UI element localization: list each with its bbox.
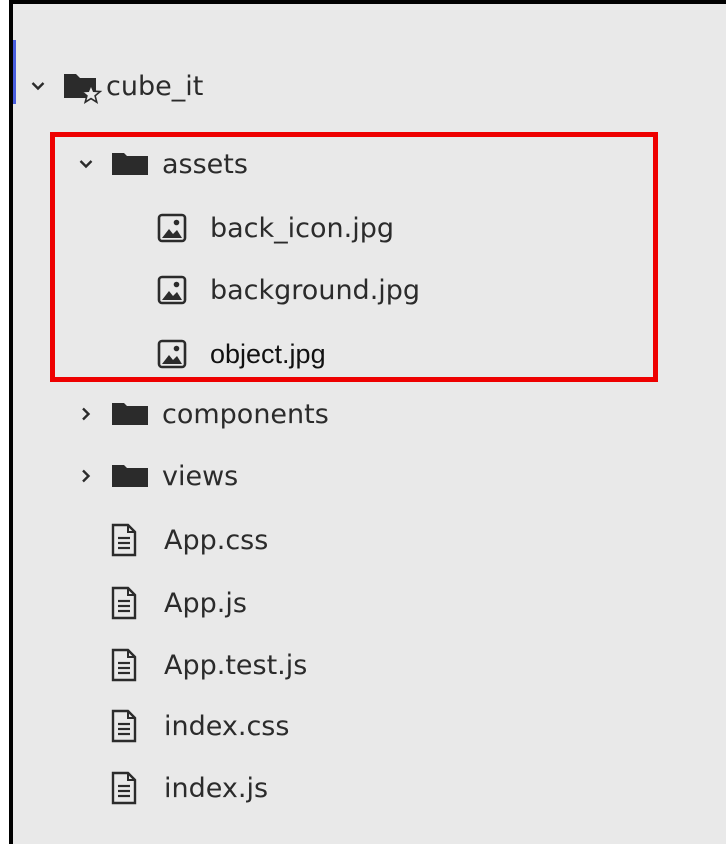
focus-indicator [13, 40, 16, 104]
folder-icon [110, 401, 150, 427]
tree-item-label: background.jpg [210, 274, 421, 306]
tree-item-label: index.js [164, 772, 269, 804]
tree-item-assets[interactable]: assets [76, 144, 248, 184]
tree-item-object-jpg[interactable]: object.jpg [156, 334, 326, 374]
text-file-icon [110, 586, 138, 620]
folder-icon [110, 463, 150, 489]
tree-item-label: index.css [164, 710, 290, 742]
text-file-icon [110, 523, 138, 557]
tree-item-components[interactable]: components [76, 394, 329, 434]
chevron-right-icon[interactable] [76, 404, 96, 424]
chevron-down-icon[interactable] [28, 76, 48, 96]
image-file-icon [156, 338, 188, 370]
text-file-icon [110, 648, 138, 682]
image-file-icon [156, 274, 188, 306]
tree-item-views[interactable]: views [76, 456, 238, 496]
tree-item-label: views [162, 460, 239, 492]
tree-item-app-test-js[interactable]: App.test.js [110, 645, 307, 685]
tree-item-label: App.js [164, 587, 247, 619]
tree-item-index-css[interactable]: index.css [110, 706, 289, 746]
tree-item-back-icon-jpg[interactable]: back_icon.jpg [156, 208, 394, 248]
tree-item-background-jpg[interactable]: background.jpg [156, 270, 420, 310]
tree-item-label: cube_it [106, 70, 204, 102]
chevron-down-icon[interactable] [76, 154, 96, 174]
tree-item-index-js[interactable]: index.js [110, 768, 268, 808]
tree-item-cube-it[interactable]: cube_it [28, 66, 203, 106]
tree-item-label: App.test.js [164, 649, 308, 681]
tree-item-label: App.css [164, 524, 269, 556]
tree-item-label: back_icon.jpg [210, 212, 395, 244]
text-file-icon [110, 709, 138, 743]
text-file-icon [110, 771, 138, 805]
chevron-right-icon[interactable] [76, 466, 96, 486]
tree-item-app-css[interactable]: App.css [110, 520, 268, 560]
project-folder-star-icon [62, 68, 104, 104]
tree-item-label: object.jpg [210, 338, 326, 369]
tree-item-app-js[interactable]: App.js [110, 583, 247, 623]
tree-item-label: components [162, 398, 329, 430]
tree-item-label: assets [162, 148, 248, 180]
image-file-icon [156, 212, 188, 244]
folder-icon [110, 151, 150, 177]
